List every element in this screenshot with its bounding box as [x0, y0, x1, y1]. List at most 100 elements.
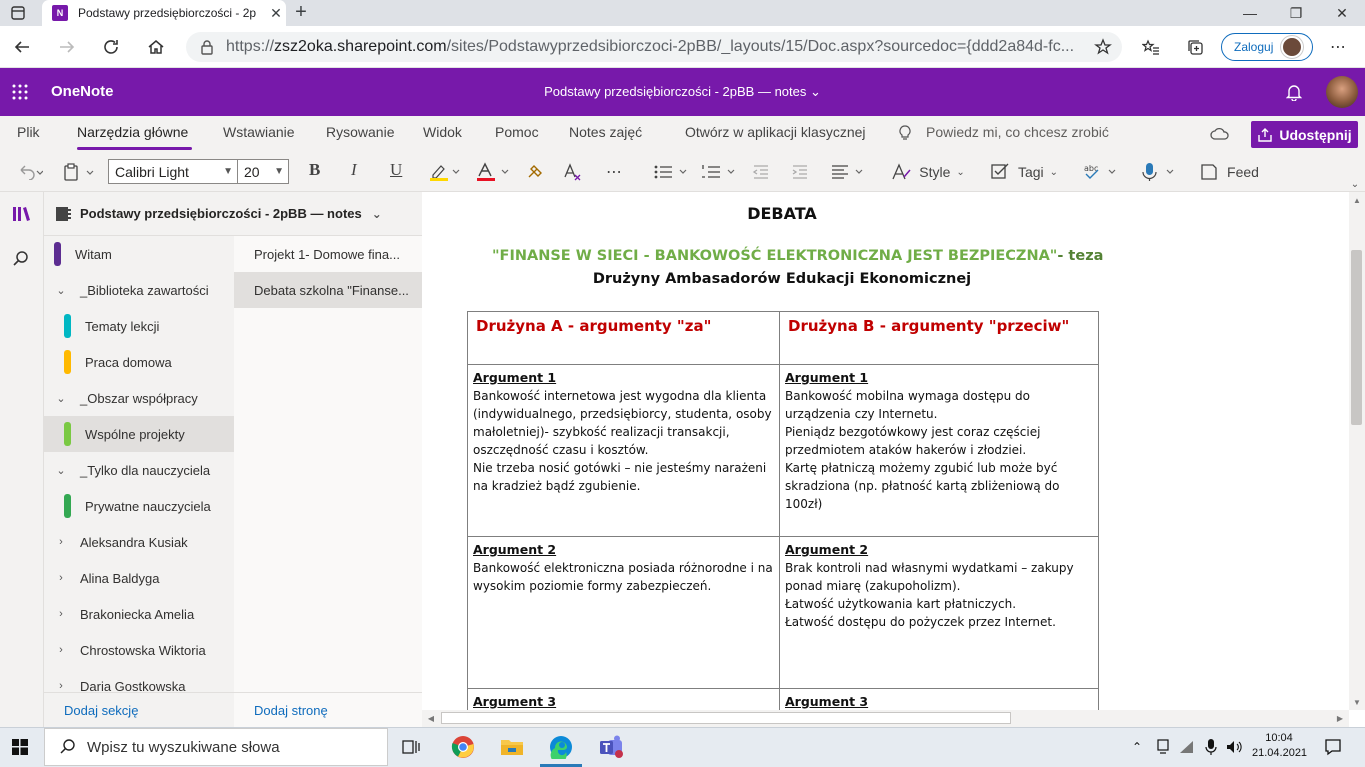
- restore-icon[interactable]: ❐: [1273, 0, 1319, 26]
- scroll-down-icon[interactable]: ▼: [1351, 696, 1363, 708]
- notebook-title-header[interactable]: Podstawy przedsiębiorczości - 2pBB — not…: [0, 84, 1365, 100]
- font-size-select[interactable]: 20 ▼: [237, 159, 289, 184]
- argument-cell-for[interactable]: Argument 2 Bankowość elektroniczna posiad…: [467, 536, 780, 689]
- format-painter-icon[interactable]: [524, 160, 546, 184]
- font-name-select[interactable]: Calibri Light ▼: [108, 159, 238, 184]
- increase-indent-icon[interactable]: [789, 160, 811, 184]
- chevron-right-icon[interactable]: ›: [54, 680, 68, 692]
- task-view-icon[interactable]: [399, 734, 425, 760]
- more-options-icon[interactable]: ⋯: [1326, 35, 1350, 59]
- section-group[interactable]: › Alina Baldyga: [44, 560, 234, 596]
- minimize-icon[interactable]: —: [1227, 0, 1273, 26]
- section-item[interactable]: Witam: [44, 236, 234, 272]
- back-icon[interactable]: [10, 35, 34, 59]
- chevron-right-icon[interactable]: ›: [54, 536, 68, 548]
- tab-close-icon[interactable]: ✕: [266, 5, 286, 22]
- collapse-ribbon-icon[interactable]: ⌄: [1348, 178, 1362, 190]
- open-in-desktop-app[interactable]: Otwórz w aplikacji klasycznej: [685, 124, 866, 140]
- chevron-right-icon[interactable]: ›: [54, 572, 68, 584]
- scroll-right-icon[interactable]: ▶: [1334, 712, 1346, 724]
- italic-button[interactable]: I: [351, 160, 357, 184]
- favorite-star-icon[interactable]: [1091, 35, 1115, 59]
- align-icon[interactable]: [829, 160, 867, 184]
- section-item[interactable]: Prywatne nauczyciela: [44, 488, 234, 524]
- clipboard-icon[interactable]: [60, 160, 98, 184]
- chevron-down-icon[interactable]: ⌄: [54, 284, 68, 297]
- chevron-down-icon[interactable]: ⌄: [54, 392, 68, 405]
- wifi-icon[interactable]: [1178, 738, 1196, 756]
- page-item[interactable]: Projekt 1- Domowe fina...: [234, 236, 422, 272]
- chevron-right-icon[interactable]: ›: [54, 608, 68, 620]
- forward-icon[interactable]: [55, 35, 79, 59]
- notebooks-icon[interactable]: [10, 203, 32, 225]
- argument-cell-for[interactable]: Argument 1 Bankowość internetowa jest wyg…: [467, 364, 780, 537]
- refresh-icon[interactable]: [99, 35, 123, 59]
- notebook-picker[interactable]: Podstawy przedsiębiorczości - 2pBB — not…: [44, 192, 422, 236]
- section-group[interactable]: ⌄ _Biblioteka zawartości: [44, 272, 234, 308]
- note-subtitle[interactable]: Drużyny Ambasadorów Edukacji Ekonomiczne…: [422, 271, 1142, 287]
- tab-actions-icon[interactable]: [8, 4, 28, 22]
- volume-icon[interactable]: [1225, 738, 1245, 756]
- decrease-indent-icon[interactable]: [750, 160, 772, 184]
- tab-draw[interactable]: Rysowanie: [326, 124, 394, 140]
- add-page-button[interactable]: Dodaj stronę: [234, 692, 422, 727]
- section-group[interactable]: ⌄ _Tylko dla nauczyciela: [44, 452, 234, 488]
- page-item[interactable]: Debata szkolna "Finanse...: [234, 272, 422, 308]
- system-clock[interactable]: 10:04 21.04.2021: [1252, 731, 1307, 761]
- tags-button[interactable]: Tagi ⌄: [985, 160, 1063, 184]
- close-window-icon[interactable]: ✕: [1319, 0, 1365, 26]
- meet-now-icon[interactable]: [1155, 738, 1171, 756]
- section-item[interactable]: Tematy lekcji: [44, 308, 234, 344]
- favorites-list-icon[interactable]: [1139, 35, 1163, 59]
- browser-tab-active[interactable]: N Podstawy przedsiębiorczości - 2p ✕: [42, 0, 286, 26]
- edge-browser-icon[interactable]: [547, 733, 575, 761]
- font-color-icon[interactable]: [474, 160, 512, 184]
- add-section-button[interactable]: Dodaj sekcję: [44, 692, 234, 727]
- section-item[interactable]: Wspólne projekty: [44, 416, 234, 452]
- vertical-scroll-thumb[interactable]: [1351, 250, 1362, 425]
- search-icon[interactable]: [10, 248, 32, 270]
- note-thesis[interactable]: "FINANSE W SIECI - BANKOWOŚĆ ELEKTRONICZ…: [492, 248, 1103, 264]
- file-explorer-icon[interactable]: [498, 733, 526, 761]
- undo-icon[interactable]: [12, 160, 48, 184]
- tab-view[interactable]: Widok: [423, 124, 462, 140]
- home-icon[interactable]: [144, 35, 168, 59]
- bold-button[interactable]: B: [309, 160, 320, 184]
- sign-in-button[interactable]: Zaloguj: [1221, 33, 1313, 61]
- highlight-icon[interactable]: [427, 160, 463, 184]
- share-button[interactable]: Udostępnij: [1251, 121, 1358, 148]
- teams-app-icon[interactable]: [597, 733, 625, 761]
- section-group[interactable]: › Chrostowska Wiktoria: [44, 632, 234, 668]
- user-avatar[interactable]: [1326, 76, 1358, 108]
- microphone-icon[interactable]: [1203, 738, 1219, 756]
- spelling-icon[interactable]: abc: [1081, 160, 1119, 184]
- tab-insert[interactable]: Wstawianie: [223, 124, 295, 140]
- collections-icon[interactable]: [1183, 35, 1207, 59]
- scroll-up-icon[interactable]: ▲: [1351, 194, 1363, 206]
- notifications-bell-icon[interactable]: [1284, 82, 1304, 102]
- chrome-app-icon[interactable]: [449, 733, 477, 761]
- chevron-down-icon[interactable]: ⌄: [54, 464, 68, 477]
- tab-class-notebook[interactable]: Notes zajęć: [569, 124, 642, 140]
- section-group[interactable]: › Daria Gostkowska: [44, 668, 234, 693]
- argument-cell-against[interactable]: Argument 3: [779, 688, 1099, 710]
- more-formatting-icon[interactable]: ⋯: [603, 160, 625, 184]
- new-tab-icon[interactable]: +: [290, 2, 312, 24]
- address-bar[interactable]: https://zsz2oka.sharepoint.com/sites/Pod…: [186, 32, 1122, 62]
- section-group[interactable]: ⌄ _Obszar współpracy: [44, 380, 234, 416]
- debate-table[interactable]: Drużyna A - argumenty "za" Drużyna B - a…: [467, 311, 1099, 710]
- note-canvas[interactable]: DEBATA "FINANSE W SIECI - BANKOWOŚĆ ELEK…: [422, 192, 1349, 710]
- note-title[interactable]: DEBATA: [422, 204, 1142, 223]
- notification-center-icon[interactable]: [1320, 735, 1346, 759]
- taskbar-search-input[interactable]: Wpisz tu wyszukiwane słowa: [44, 728, 388, 766]
- horizontal-scroll-thumb[interactable]: [441, 712, 1011, 724]
- section-item[interactable]: Praca domowa: [44, 344, 234, 380]
- section-group[interactable]: › Brakoniecka Amelia: [44, 596, 234, 632]
- numbering-icon[interactable]: [700, 160, 738, 184]
- scroll-left-icon[interactable]: ◀: [425, 712, 437, 724]
- windows-start-icon[interactable]: [6, 734, 34, 760]
- tab-home[interactable]: Narzędzia główne: [77, 124, 188, 140]
- bullets-icon[interactable]: [652, 160, 690, 184]
- dictate-icon[interactable]: [1139, 160, 1177, 184]
- styles-button[interactable]: Style ⌄: [889, 160, 967, 184]
